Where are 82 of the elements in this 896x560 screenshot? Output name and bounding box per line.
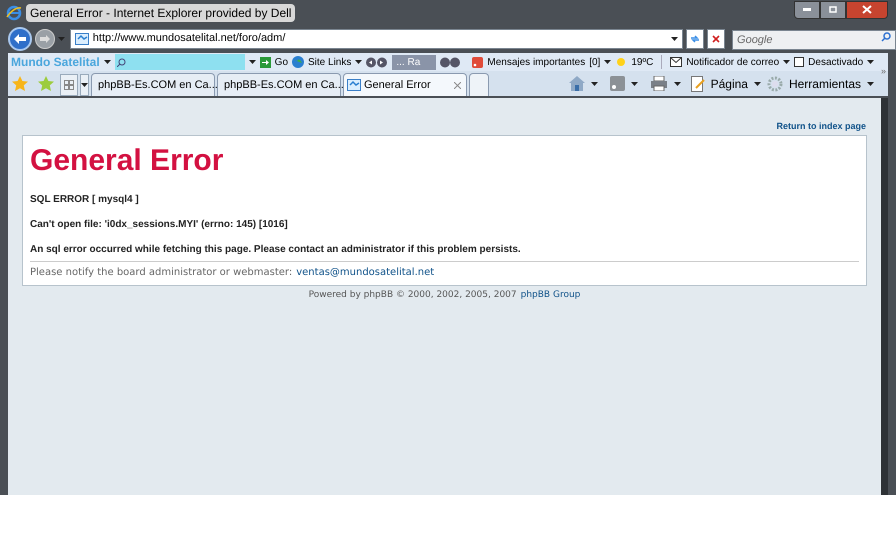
caret-icon	[590, 82, 598, 86]
caret-icon	[867, 82, 874, 86]
search-icon	[116, 58, 126, 66]
error-message: Can't open file: 'i0dx_sessions.MYI' (errno: 145) [1016]	[30, 218, 289, 232]
envelope-icon	[670, 57, 682, 67]
caret-icon	[630, 82, 638, 86]
grid-icon	[64, 80, 74, 90]
window-title: General Error - Internet Explorer provided by Dell	[26, 4, 296, 22]
page-menu-icon	[690, 76, 705, 92]
maximize-icon	[829, 6, 837, 13]
toolbar-brand: Mundo Satelital	[10, 54, 100, 71]
printer-icon[interactable]	[650, 76, 668, 91]
tab-title: phpBB-Es.COM en Ca...	[224, 78, 344, 93]
minimize-button[interactable]	[794, 0, 820, 18]
home-icon[interactable]	[568, 76, 585, 91]
back-button[interactable]	[8, 26, 32, 50]
email-link[interactable]: ventas@mundosatelital.net	[296, 264, 434, 280]
caret-icon	[248, 60, 256, 64]
stop-button[interactable]	[707, 28, 726, 48]
caret-icon	[783, 60, 790, 64]
caret-icon	[355, 60, 362, 64]
caret-icon	[671, 36, 678, 40]
messages-link[interactable]: Mensajes importantes	[487, 54, 586, 70]
page-menu[interactable]: Página	[710, 74, 748, 92]
minimize-icon	[803, 8, 811, 11]
status-menu[interactable]: Desactivado	[808, 54, 864, 70]
notify-text: Please notify the board administrator or webmaster:	[30, 266, 292, 280]
phpbb-group-link[interactable]: phpBB Group	[520, 288, 580, 302]
star-icon[interactable]	[12, 76, 28, 92]
new-tab-button[interactable]	[469, 73, 489, 96]
url-text: http://www.mundosatelital.net/foro/adm/	[92, 31, 286, 46]
sun-icon	[615, 56, 628, 68]
caret-icon	[81, 83, 88, 87]
page-icon	[347, 79, 361, 91]
back-arrow-icon	[14, 34, 26, 44]
stop-icon	[712, 34, 720, 42]
go-link[interactable]: Go	[274, 54, 288, 70]
search-field[interactable]: Google	[732, 30, 896, 50]
forward-button[interactable]	[34, 28, 55, 48]
caret-icon	[754, 82, 761, 86]
address-field[interactable]: http://www.mundosatelital.net/foro/adm/	[70, 28, 684, 48]
browser-tab[interactable]: phpBB-Es.COM en Ca...	[217, 73, 341, 96]
error-message: An sql error occurred while fetching this page. Please contact an administrator if this problem persists.	[30, 242, 522, 256]
weather-reading: 19ºC	[631, 56, 654, 70]
rss-icon	[472, 56, 484, 68]
close-tab-icon[interactable]	[454, 82, 461, 88]
globe-icon	[292, 56, 304, 68]
tools-menu[interactable]: Herramientas	[788, 74, 861, 92]
feed-icon[interactable]	[610, 76, 625, 91]
window-icon	[794, 57, 804, 67]
more-chevron[interactable]: »	[880, 64, 886, 78]
search-icon	[881, 32, 892, 42]
tab-list-button[interactable]	[80, 74, 89, 96]
media-controls-icon	[440, 56, 460, 68]
caret-icon	[867, 60, 874, 64]
caret-icon	[674, 82, 681, 86]
browser-tab[interactable]: phpBB-Es.COM en Ca...	[91, 73, 215, 96]
caret-icon	[58, 36, 65, 40]
browser-tab[interactable]: General Error	[343, 73, 467, 96]
caret-icon	[604, 60, 612, 64]
maximize-button[interactable]	[820, 0, 846, 18]
return-index-link[interactable]: Return to index page	[776, 120, 867, 134]
go-arrow-icon	[260, 56, 271, 68]
caret-icon	[104, 60, 111, 64]
message-count: [0]	[589, 56, 600, 70]
forward-arrow-icon	[40, 34, 50, 42]
tab-title: phpBB-Es.COM en Ca...	[98, 78, 218, 93]
error-heading: General Error	[30, 144, 224, 178]
media-controls-icon	[366, 56, 388, 68]
tab-title: General Error	[364, 78, 431, 93]
close-button[interactable]	[846, 0, 888, 18]
toolbar-search-field[interactable]	[114, 54, 245, 70]
close-icon	[862, 5, 872, 14]
gear-icon	[766, 76, 783, 92]
browser-logo-icon	[6, 4, 22, 20]
page-icon	[74, 32, 89, 44]
site-links-menu[interactable]: Site Links	[308, 54, 352, 70]
footer-text: Powered by phpBB © 2000, 2002, 2005, 2007	[308, 288, 517, 302]
mail-notifier-menu[interactable]: Notificador de correo	[686, 54, 780, 70]
refresh-button[interactable]	[686, 28, 704, 48]
refresh-icon	[690, 34, 700, 42]
error-message: SQL ERROR [ mysql4 ]	[30, 192, 140, 206]
